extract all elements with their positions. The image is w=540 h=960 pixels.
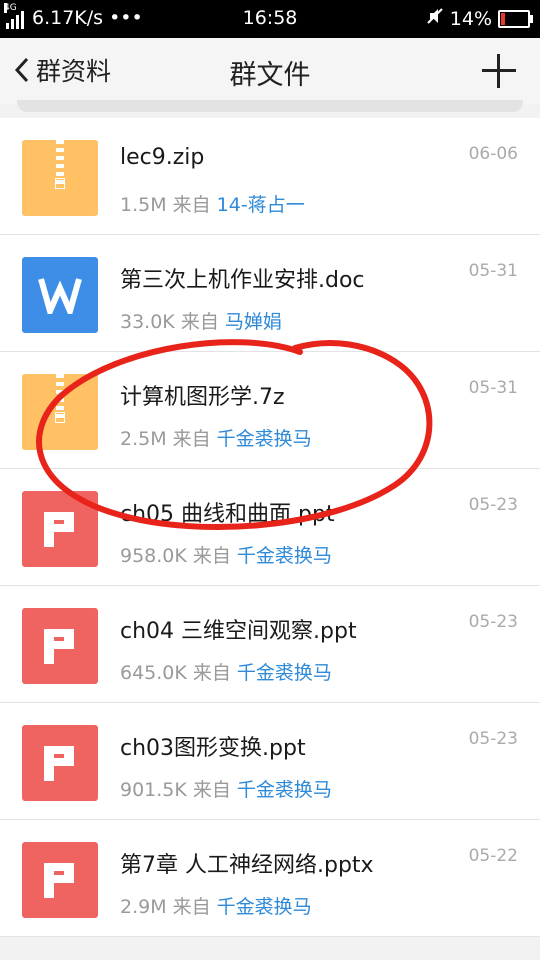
file-name: lec9.zip [120,145,205,170]
file-meta: 33.0K 来自 马婵娟 [120,307,282,334]
file-date: 05-22 [468,846,518,866]
from-label: 来自 [180,311,219,333]
sender-link[interactable]: 马婵娟 [225,311,282,333]
sender-link[interactable]: 千金裘换马 [217,428,312,450]
zip-file-icon [22,374,98,450]
file-size: 33.0K [120,311,175,333]
file-meta: 958.0K 来自 千金裘换马 [120,541,332,568]
file-name: 第三次上机作业安排.doc [120,268,365,293]
file-row[interactable]: 第7章 人工神经网络.pptx 2.9M 来自 千金裘换马 05-22 [0,820,540,937]
word-file-icon [22,257,98,333]
file-size: 2.5M [120,428,167,450]
sender-link[interactable]: 千金裘换马 [237,779,332,801]
from-label: 来自 [172,194,211,216]
sender-link[interactable]: 14-蒋占一 [217,194,305,216]
ppt-file-icon [22,842,98,918]
file-size: 645.0K [120,662,187,684]
sender-link[interactable]: 千金裘换马 [237,662,332,684]
from-label: 来自 [192,662,231,684]
ppt-file-icon [22,725,98,801]
file-date: 05-23 [468,495,518,515]
page-title: 群文件 [229,60,311,91]
ppt-file-icon [22,491,98,567]
status-bar: 4G 6.17K/s ••• 16:58 14% [0,0,540,38]
zip-file-icon [22,140,98,216]
file-date: 06-06 [468,144,518,164]
file-row[interactable]: 第三次上机作业安排.doc 33.0K 来自 马婵娟 05-31 [0,235,540,352]
file-row[interactable]: ch04 三维空间观察.ppt 645.0K 来自 千金裘换马 05-23 [0,586,540,703]
mute-icon [426,7,444,30]
ppt-file-icon [22,608,98,684]
file-name: ch05 曲线和曲面.ppt [120,502,335,527]
battery-percent: 14% [449,7,492,30]
file-row[interactable]: ch05 曲线和曲面.ppt 958.0K 来自 千金裘换马 05-23 [0,469,540,586]
battery-icon [498,9,533,28]
file-list: lec9.zip 1.5M 来自 14-蒋占一 06-06 第三次上机作业安排.d… [0,118,540,937]
from-label: 来自 [192,545,231,567]
file-name: 第7章 人工神经网络.pptx [120,853,374,878]
file-size: 2.9M [120,896,167,918]
card-edge [17,100,523,112]
file-meta: 645.0K 来自 千金裘换马 [120,658,332,685]
add-icon[interactable] [480,52,518,90]
file-date: 05-23 [468,612,518,632]
file-name: ch03图形变换.ppt [120,736,306,761]
sender-link[interactable]: 千金裘换马 [217,896,312,918]
from-label: 来自 [172,428,211,450]
file-size: 1.5M [120,194,167,216]
file-row[interactable]: lec9.zip 1.5M 来自 14-蒋占一 06-06 [0,118,540,235]
file-date: 05-31 [468,378,518,398]
file-name: ch04 三维空间观察.ppt [120,619,357,644]
file-date: 05-23 [468,729,518,749]
file-size: 958.0K [120,545,187,567]
file-meta: 2.9M 来自 千金裘换马 [120,892,312,919]
from-label: 来自 [192,779,231,801]
file-name: 计算机图形学.7z [120,385,285,410]
file-date: 05-31 [468,261,518,281]
file-size: 901.5K [120,779,187,801]
file-meta: 901.5K 来自 千金裘换马 [120,775,332,802]
file-row[interactable]: ch03图形变换.ppt 901.5K 来自 千金裘换马 05-23 [0,703,540,820]
file-row[interactable]: 计算机图形学.7z 2.5M 来自 千金裘换马 05-31 [0,352,540,469]
sender-link[interactable]: 千金裘换马 [237,545,332,567]
file-meta: 2.5M 来自 千金裘换马 [120,424,312,451]
nav-bar: 群资料 群文件 [0,38,540,104]
file-meta: 1.5M 来自 14-蒋占一 [120,190,305,217]
from-label: 来自 [172,896,211,918]
